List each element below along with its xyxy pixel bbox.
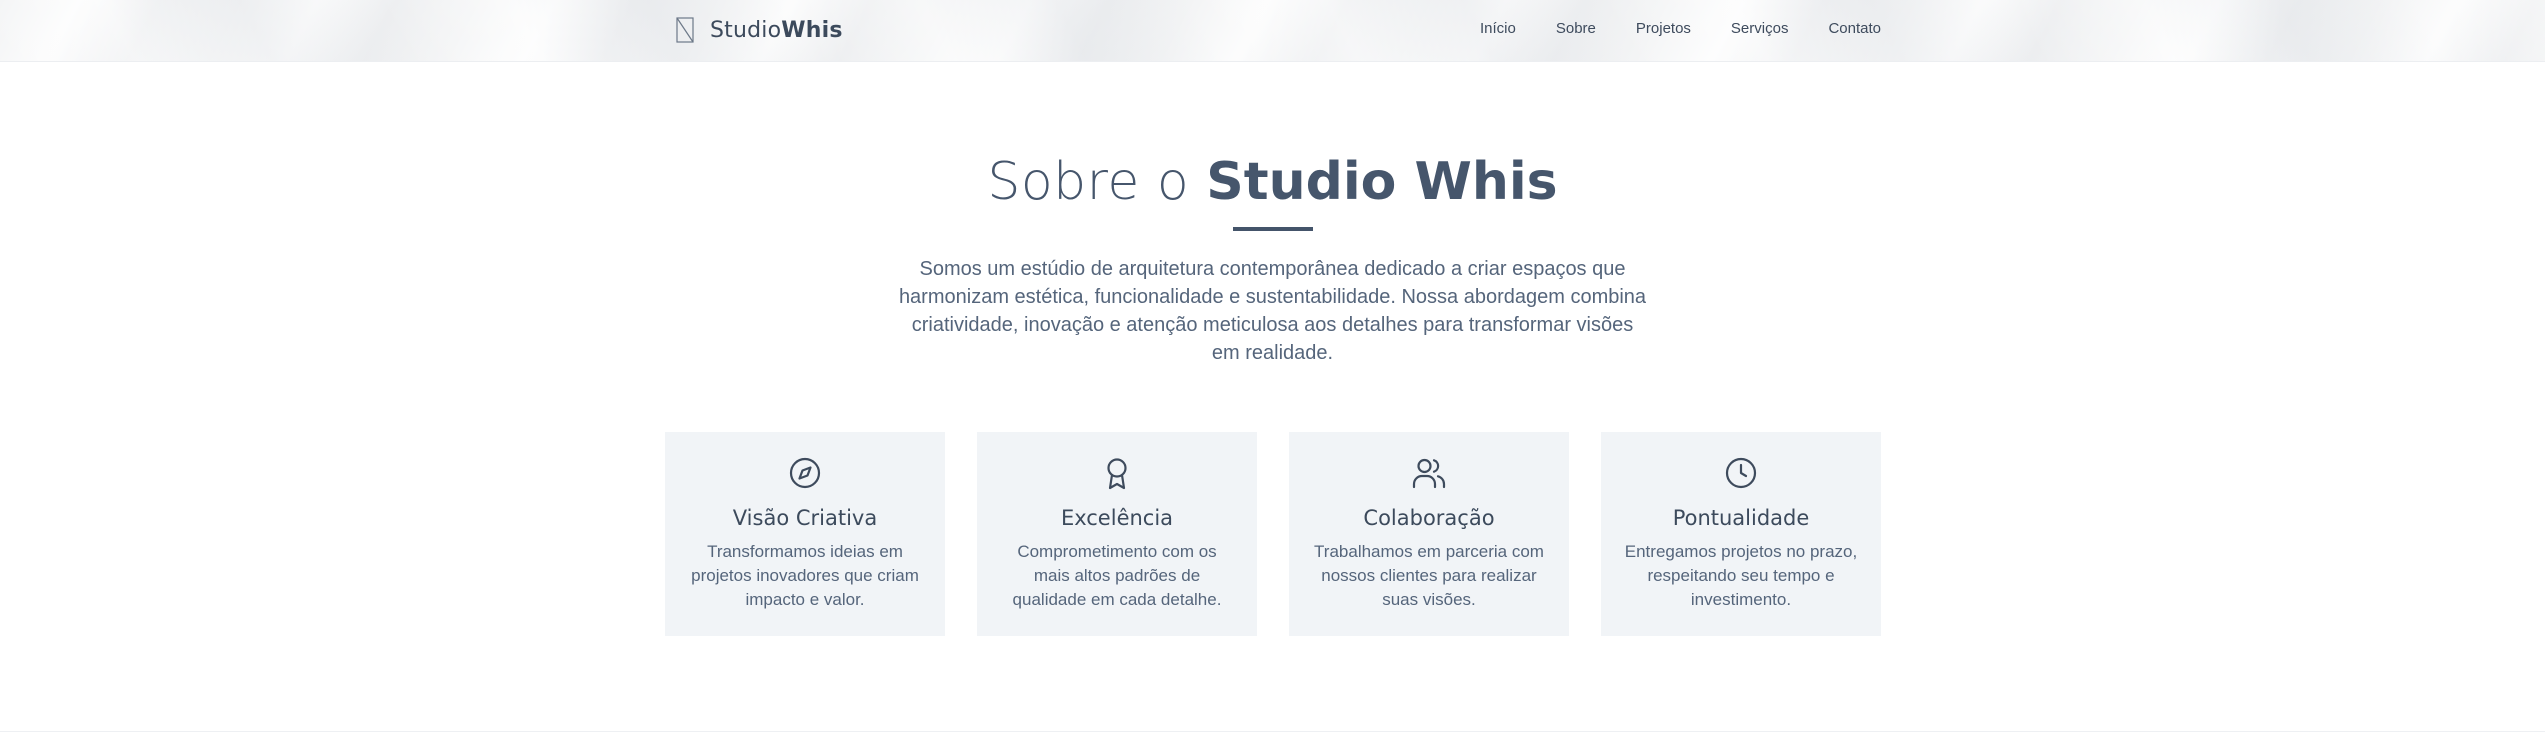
nav-link-projetos[interactable]: Projetos xyxy=(1636,20,1691,37)
section-bottom-divider xyxy=(0,731,2545,732)
value-card-title: Colaboração xyxy=(1363,506,1495,530)
clock-icon xyxy=(1725,457,1757,489)
logo-text-light: Studio xyxy=(710,17,782,43)
main-nav: Início Sobre Projetos Serviços Contato xyxy=(1480,20,1881,37)
value-card-title: Excelência xyxy=(1060,506,1174,530)
site-logo[interactable]: StudioWhis xyxy=(676,15,843,45)
nav-link-sobre[interactable]: Sobre xyxy=(1556,20,1596,37)
value-card-description: Transformamos ideias em projetos inovado… xyxy=(691,542,919,609)
value-card-description: Entregamos projetos no prazo, respeitand… xyxy=(1624,542,1858,609)
nav-link-servicos[interactable]: Serviços xyxy=(1731,20,1789,37)
value-card: Excelência Comprometimento com os mais a… xyxy=(977,432,1257,636)
value-card: Colaboração Trabalhamos em parceria com … xyxy=(1289,432,1569,636)
building-logo-icon xyxy=(676,17,694,43)
value-card: Pontualidade Entregamos projetos no praz… xyxy=(1601,432,1881,636)
logo-text-bold: Whis xyxy=(781,17,843,43)
compass-icon xyxy=(789,457,821,489)
header-background-texture-overlay xyxy=(0,0,2545,61)
value-card: Visão Criativa Transformamos ideias em p… xyxy=(665,432,945,636)
value-card-title: Pontualidade xyxy=(1672,506,1810,530)
value-card-title: Visão Criativa xyxy=(732,506,878,530)
nav-link-inicio[interactable]: Início xyxy=(1480,20,1516,37)
about-title-bold: Studio Whis xyxy=(1206,152,1558,212)
value-cards: Visão Criativa Transformamos ideias em p… xyxy=(665,432,1881,636)
award-icon xyxy=(1107,458,1127,490)
about-title-light: Sobre o xyxy=(987,152,1207,212)
value-card-description: Comprometimento com os mais altos padrõe… xyxy=(1012,542,1222,609)
title-underline-divider xyxy=(1233,227,1313,231)
about-title: Sobre o Studio Whis xyxy=(0,150,2545,214)
site-header: StudioWhis Início Sobre Projetos Serviço… xyxy=(0,0,2545,62)
about-section: Sobre o Studio Whis Somos um estúdio de … xyxy=(0,62,2545,732)
users-icon xyxy=(1412,458,1446,489)
value-card-description: Trabalhamos em parceria com nossos clien… xyxy=(1314,542,1544,609)
logo-text: StudioWhis xyxy=(710,18,843,43)
about-intro-text: Somos um estúdio de arquitetura contempo… xyxy=(898,258,1647,364)
nav-link-contato[interactable]: Contato xyxy=(1828,20,1881,37)
